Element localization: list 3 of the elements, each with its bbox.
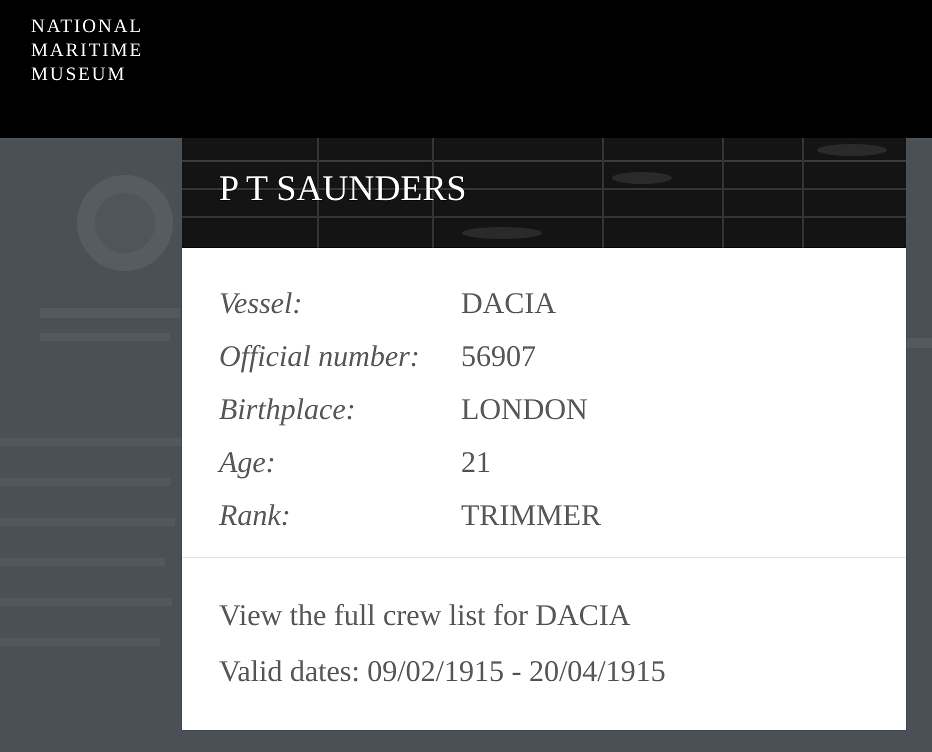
logo-text[interactable]: MARITIME <box>31 39 901 63</box>
logo-text[interactable]: NATIONAL <box>31 15 901 39</box>
logo-text[interactable]: MUSEUM <box>31 63 901 87</box>
